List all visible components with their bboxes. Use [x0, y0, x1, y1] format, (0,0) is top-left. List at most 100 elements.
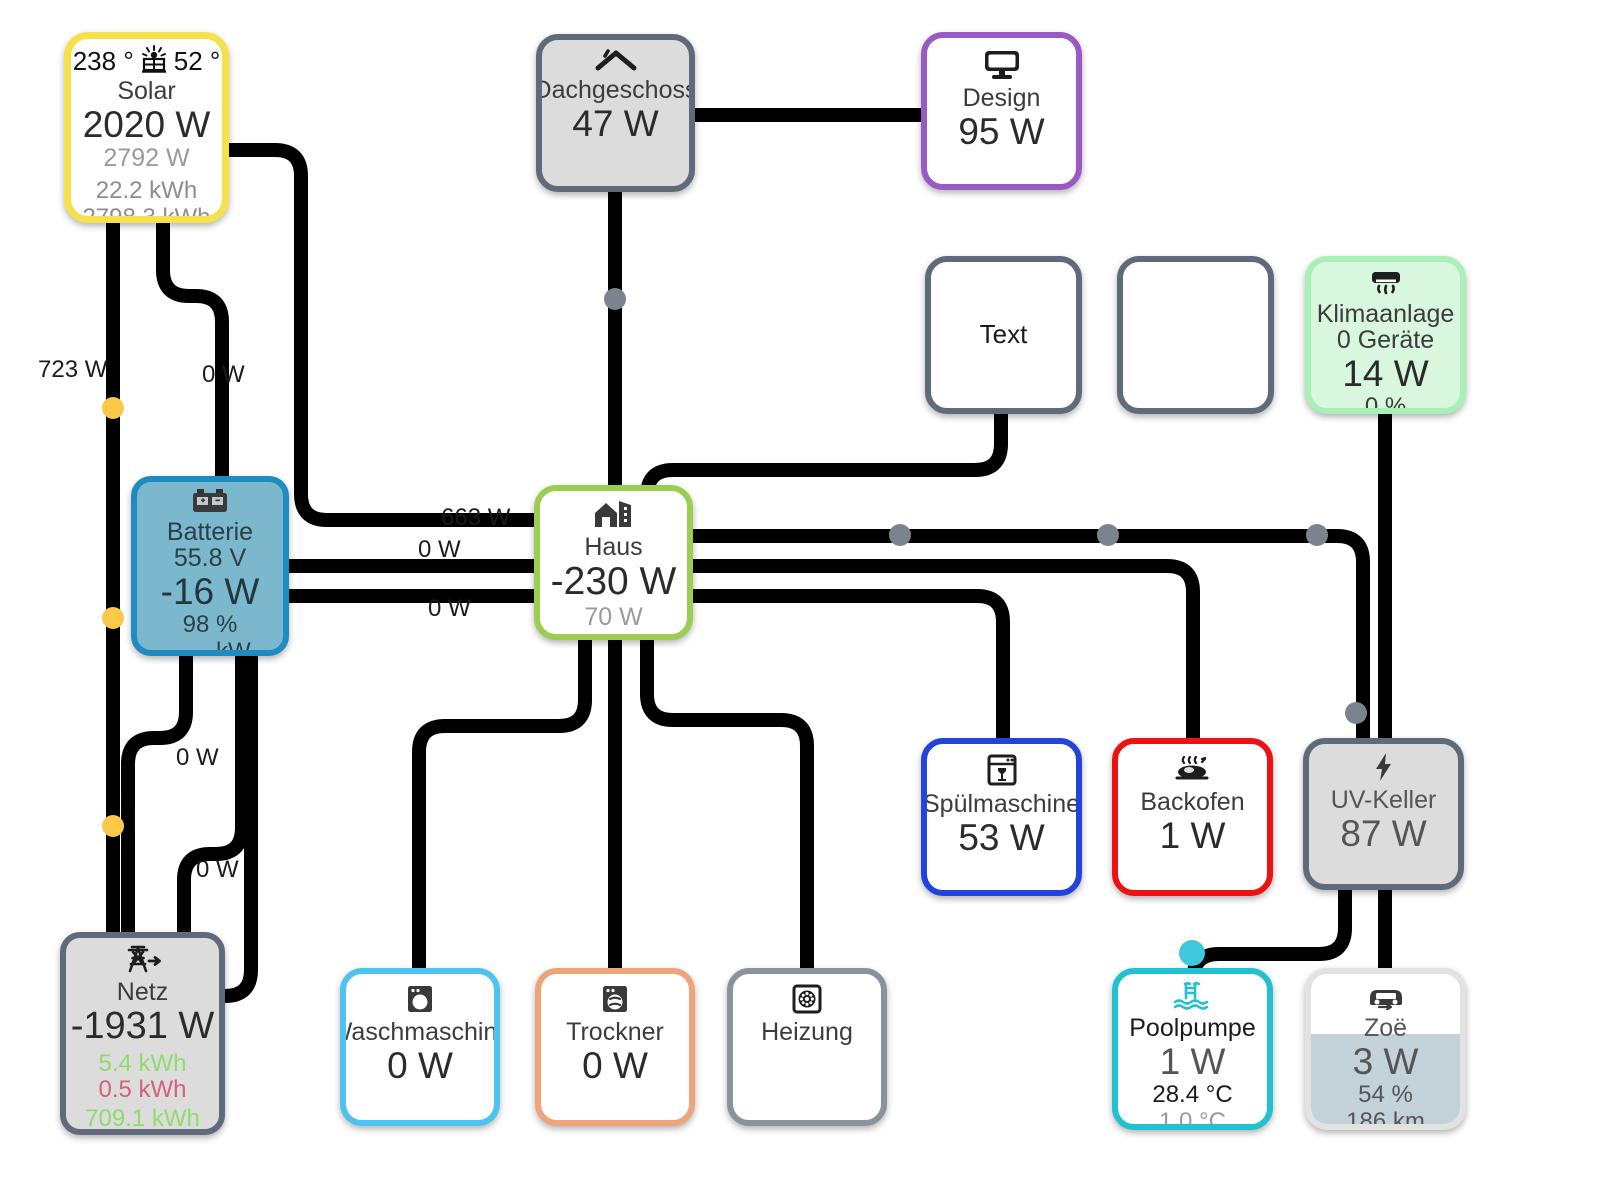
node-oven[interactable]: Backofen 1 W	[1112, 738, 1273, 896]
battery-capacity: ----- kW	[169, 637, 251, 656]
edge-solar-battery	[156, 222, 229, 476]
battery-icon	[190, 488, 230, 518]
climate-power: 14 W	[1342, 353, 1429, 394]
edge-battery-grid-a	[121, 655, 193, 938]
roof-icon	[595, 48, 637, 76]
house-power-sub: 70 W	[584, 602, 643, 631]
node-attic[interactable]: Dachgeschoss 47 W	[536, 34, 695, 192]
grid-power: -1931 W	[70, 1005, 215, 1047]
house-label: Haus	[584, 533, 643, 561]
battery-soc: 98 %	[182, 611, 238, 639]
climate-humidity: 0 %	[1364, 393, 1407, 414]
solar-power: 2020 W	[82, 104, 211, 145]
edge-house-uv	[692, 529, 1370, 738]
dryer-icon	[601, 984, 629, 1018]
battery-voltage: 55.8 V	[173, 544, 247, 572]
solar-topline: 238 ° 52 °	[71, 45, 222, 78]
node-dryer[interactable]: Trockner 0 W	[535, 968, 695, 1126]
edge-house-washer	[412, 640, 592, 968]
edge-house-dishwasher	[692, 589, 1010, 742]
node-climate[interactable]: Klimaanlage 0 Geräte 14 W 0 % 26 °C	[1305, 256, 1466, 414]
node-text-card[interactable]: Text	[925, 256, 1082, 414]
solar-power-sub: 2792 W	[103, 144, 190, 173]
edge-battery-grid-b	[177, 655, 249, 938]
flow-dot-solar-2	[102, 607, 124, 629]
fan-icon	[791, 984, 823, 1018]
pool-air-temp: 1.0 °C	[1159, 1107, 1226, 1130]
air-conditioner-icon	[1365, 270, 1407, 300]
edge-house-oven	[692, 559, 1200, 742]
dishwasher-label: Spülmaschine	[922, 790, 1081, 818]
pool-power: 1 W	[1159, 1041, 1226, 1082]
attic-label: Dachgeschoss	[536, 76, 695, 104]
node-grid[interactable]: Netz -1931 W 5.4 kWh 0.5 kWh 709.1 kWh 9…	[60, 932, 225, 1135]
car-label: Zoë	[1363, 1014, 1408, 1042]
node-design[interactable]: Design 95 W	[921, 32, 1082, 190]
power-tower-icon	[121, 944, 165, 978]
design-label: Design	[962, 84, 1041, 112]
flow-dot-house-2	[1097, 524, 1119, 546]
edge-label-house-low: 0 W	[428, 595, 471, 622]
node-blank-card[interactable]	[1117, 256, 1274, 414]
pool-icon	[1173, 981, 1213, 1014]
edge-grid-house	[224, 589, 540, 1003]
node-washer[interactable]: Waschmaschine 0 W	[340, 968, 500, 1126]
solar-panel-icon	[139, 45, 169, 77]
car-icon	[1365, 982, 1407, 1014]
flow-dot-pool	[1179, 940, 1205, 966]
node-pool[interactable]: Poolpumpe 1 W 28.4 °C 1.0 °C -3 kPa	[1112, 968, 1273, 1130]
uvcellar-label: UV-Keller	[1330, 786, 1437, 814]
lightning-icon	[1372, 752, 1396, 786]
design-power: 95 W	[958, 111, 1045, 152]
dryer-label: Trockner	[566, 1018, 664, 1046]
dishwasher-icon	[985, 754, 1019, 790]
pool-label: Poolpumpe	[1129, 1014, 1256, 1042]
text-card-label: Text	[979, 319, 1028, 350]
heating-label: Heizung	[761, 1018, 853, 1046]
node-dishwasher[interactable]: Spülmaschine 53 W	[921, 738, 1082, 896]
solar-label: Solar	[117, 77, 176, 105]
grid-label: Netz	[116, 978, 169, 1006]
node-car[interactable]: Zoë 3 W 54 % 186 km	[1305, 968, 1466, 1130]
edge-label-battery-grid-a: 0 W	[176, 744, 219, 771]
oven-icon	[1169, 754, 1217, 788]
flow-dot-house-3	[1306, 524, 1328, 546]
edge-label-battery-grid-b: 0 W	[196, 856, 239, 883]
energy-flow-diagram: 723 W 0 W 0 W 0 W 663 W 0 W 0 W 238 ° 52…	[0, 0, 1600, 1186]
node-battery[interactable]: Batterie 55.8 V -16 W 98 % ----- kW 38.3…	[131, 476, 289, 656]
attic-power: 47 W	[572, 103, 659, 144]
grid-import-today: 5.4 kWh	[98, 1049, 187, 1077]
oven-power: 1 W	[1159, 815, 1226, 856]
edge-label-house-in: 663 W	[441, 504, 511, 531]
flow-dot-house-1	[889, 524, 911, 546]
edge-label-house-mid: 0 W	[418, 536, 461, 563]
edge-house-heating	[640, 640, 814, 968]
washer-label: Waschmaschine	[346, 1018, 498, 1046]
climate-label: Klimaanlage	[1316, 300, 1455, 328]
edge-label-solar-grid: 723 W	[38, 356, 108, 383]
edge-text-house	[640, 414, 1008, 503]
edge-solar-house	[222, 143, 540, 527]
flow-dot-solar-1	[102, 397, 124, 419]
pool-water-temp: 28.4 °C	[1152, 1081, 1233, 1109]
edge-label-solar-battery: 0 W	[202, 361, 245, 388]
solar-energy-total: 2798.3 kWh	[82, 203, 211, 223]
node-uvcellar[interactable]: UV-Keller 87 W	[1303, 738, 1464, 890]
house-icon	[592, 499, 636, 533]
flow-dot-uv	[1345, 702, 1367, 724]
uvcellar-power: 87 W	[1340, 813, 1427, 854]
node-solar[interactable]: 238 ° 52 ° Solar 2020 W 2792 W 22.2 kWh …	[64, 32, 229, 223]
climate-devices: 0 Geräte	[1336, 326, 1435, 354]
car-content: Zoë 3 W 54 % 186 km	[1311, 980, 1460, 1130]
car-power: 3 W	[1352, 1041, 1419, 1082]
oven-label: Backofen	[1140, 788, 1245, 816]
car-range: 186 km	[1346, 1107, 1425, 1130]
dishwasher-power: 53 W	[958, 817, 1045, 858]
car-soc: 54 %	[1358, 1081, 1413, 1109]
node-house[interactable]: Haus -230 W 70 W	[534, 485, 693, 640]
edge-uv-pool	[1186, 890, 1352, 987]
solar-azimuth: 238 °	[72, 46, 134, 76]
house-power: -230 W	[550, 560, 677, 603]
dryer-power: 0 W	[582, 1045, 648, 1086]
node-heating[interactable]: Heizung	[727, 968, 887, 1126]
